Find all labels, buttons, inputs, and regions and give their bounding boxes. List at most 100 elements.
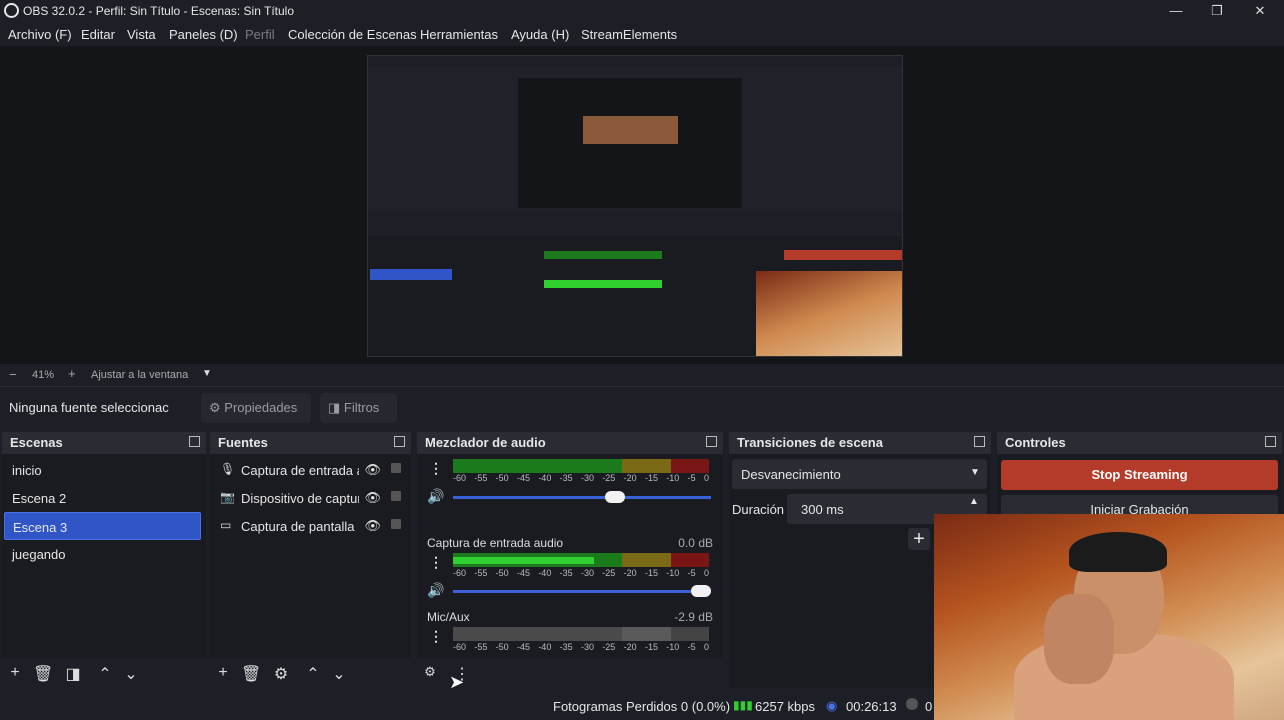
zoom-out-button[interactable]: −: [9, 367, 17, 382]
stepper-up-icon[interactable]: ▲: [969, 496, 979, 507]
monitor-icon: ▭: [220, 518, 232, 532]
remove-source-icon[interactable]: 🗑: [241, 664, 261, 684]
volume-meter: [453, 459, 709, 473]
menu-editar[interactable]: Editar: [81, 27, 115, 42]
transitions-header: Transiciones de escena: [729, 432, 991, 454]
lock-icon[interactable]: [391, 463, 401, 473]
source-item[interactable]: 📷 Dispositivo de captur 👁: [214, 484, 407, 512]
bitrate: 6257 kbps: [755, 699, 815, 714]
source-item[interactable]: ▭ Captura de pantalla 👁: [214, 512, 407, 540]
minimize-button[interactable]: —: [1156, 1, 1196, 21]
scene-item-selected[interactable]: Escena 3: [4, 512, 201, 540]
speaker-icon[interactable]: 🔊: [427, 488, 444, 505]
menu-streamelements[interactable]: StreamElements: [581, 27, 677, 42]
menu-herramientas[interactable]: Herramientas: [420, 27, 498, 42]
menu-paneles[interactable]: Paneles (D): [169, 27, 238, 42]
filters-button[interactable]: ◨ Filtros: [320, 393, 397, 423]
scene-item[interactable]: inicio: [4, 456, 200, 484]
transition-select[interactable]: Desvanecimiento ▼: [732, 459, 987, 489]
fit-window-label[interactable]: Ajustar a la ventana: [91, 369, 188, 381]
obs-logo-icon: [4, 3, 19, 18]
menu-coleccion-escenas[interactable]: Colección de Escenas: [288, 27, 417, 42]
move-down-icon[interactable]: ⌄: [122, 664, 140, 684]
controls-header: Controles: [997, 432, 1282, 454]
chevron-down-icon: ▼: [970, 467, 980, 478]
mixer-channel: Captura de entrada audio 0.0 dB ⋮ -60 -55…: [423, 534, 713, 606]
slider-knob[interactable]: [605, 491, 625, 503]
zoom-in-button[interactable]: +: [68, 366, 76, 381]
menu-bar: Archivo (F) Editar Vista Paneles (D) Per…: [0, 22, 1284, 46]
stop-streaming-button[interactable]: Stop Streaming: [1001, 460, 1278, 490]
close-button[interactable]: ✕: [1240, 1, 1280, 21]
add-scene-icon[interactable]: +: [6, 664, 24, 682]
filters-label: Filtros: [343, 400, 380, 415]
menu-perfil[interactable]: Perfil: [245, 27, 275, 42]
sources-dock: Fuentes 🎙 Captura de entrada a 👁 📷 Dispo…: [210, 432, 411, 688]
lock-icon[interactable]: [391, 519, 401, 529]
undock-icon[interactable]: [189, 436, 200, 447]
advanced-audio-icon[interactable]: ⚙: [421, 664, 439, 680]
scene-item[interactable]: juegando: [4, 540, 200, 568]
scenes-title: Escenas: [10, 435, 63, 450]
visibility-eye-icon[interactable]: 👁: [364, 462, 381, 478]
visibility-eye-icon[interactable]: 👁: [364, 518, 381, 534]
sources-title: Fuentes: [218, 435, 268, 450]
source-label: Captura de pantalla: [241, 519, 355, 534]
channel-db: -2.9 dB: [674, 610, 713, 624]
volume-meter: [453, 553, 709, 567]
channel-db: 0.0 dB: [678, 536, 713, 550]
zoom-level: 41%: [32, 369, 55, 381]
lock-icon[interactable]: [391, 491, 401, 501]
zoom-bar: − 41% + Ajustar a la ventana ▼: [0, 364, 1284, 386]
sources-list: 🎙 Captura de entrada a 👁 📷 Dispositivo d…: [210, 454, 411, 688]
mouse-cursor-icon: ➤: [449, 672, 465, 692]
undock-icon[interactable]: [1265, 436, 1276, 447]
scenes-list: inicio Escena 2 Escena 3 juegando: [2, 454, 206, 688]
channel-menu-icon[interactable]: ⋮: [429, 460, 443, 477]
meter-ticks: -60 -55 -50 -45 -40 -35 -30 -25 -20 -15 -10 -5 0: [453, 568, 709, 578]
undock-icon[interactable]: [974, 436, 985, 447]
channel-menu-icon[interactable]: ⋮: [429, 628, 443, 645]
volume-slider[interactable]: [453, 491, 711, 503]
scene-item[interactable]: Escena 2: [4, 484, 200, 512]
source-label: Dispositivo de captur: [241, 491, 359, 506]
record-icon: [906, 698, 918, 710]
properties-button[interactable]: ⚙ Propiedades: [201, 393, 311, 423]
meter-ticks: -60 -55 -50 -45 -40 -35 -30 -25 -20 -15 -10 -5 0: [453, 642, 709, 652]
streaming-icon: ◉: [826, 698, 838, 713]
duration-value: 300 ms: [801, 502, 844, 517]
sources-header: Fuentes: [210, 432, 411, 454]
remove-scene-icon[interactable]: 🗑: [33, 664, 53, 684]
source-settings-icon[interactable]: ⚙: [272, 664, 290, 684]
record-time: 0: [925, 699, 933, 714]
scenes-toolbar: + 🗑 ◨ ⌃ ⌄: [2, 658, 206, 688]
source-toolbar: Ninguna fuente seleccionac ⚙ Propiedades…: [0, 386, 1284, 428]
menu-vista[interactable]: Vista: [127, 27, 156, 42]
undock-icon[interactable]: [394, 436, 405, 447]
add-transition-button[interactable]: +: [908, 528, 930, 550]
menu-archivo[interactable]: Archivo (F): [8, 27, 72, 42]
add-source-icon[interactable]: +: [214, 664, 232, 682]
volume-slider[interactable]: [453, 585, 711, 597]
controls-title: Controles: [1005, 435, 1066, 450]
maximize-button[interactable]: ❐: [1197, 1, 1237, 21]
source-item[interactable]: 🎙 Captura de entrada a 👁: [214, 456, 407, 484]
transition-selected: Desvanecimiento: [741, 467, 841, 482]
move-up-icon[interactable]: ⌃: [304, 664, 322, 684]
mixer-header: Mezclador de audio: [417, 432, 723, 454]
move-down-icon[interactable]: ⌄: [330, 664, 348, 684]
undock-icon[interactable]: [706, 436, 717, 447]
visibility-eye-icon[interactable]: 👁: [364, 490, 381, 506]
meter-ticks: -60 -55 -50 -45 -40 -35 -30 -25 -20 -15 -10 -5 0: [453, 473, 709, 483]
zoom-dropdown-icon[interactable]: ▼: [202, 368, 212, 379]
filter-icon: ◨: [328, 400, 341, 415]
speaker-icon[interactable]: 🔊: [427, 582, 444, 599]
scene-filters-icon[interactable]: ◨: [64, 664, 82, 684]
window-title: OBS 32.0.2 - Perfil: Sin Título - Escena…: [23, 4, 295, 18]
slider-knob[interactable]: [691, 585, 711, 597]
move-up-icon[interactable]: ⌃: [96, 664, 114, 684]
menu-ayuda[interactable]: Ayuda (H): [511, 27, 569, 42]
duration-label: Duración: [732, 502, 785, 517]
channel-menu-icon[interactable]: ⋮: [429, 554, 443, 571]
no-source-label: Ninguna fuente seleccionac: [9, 400, 169, 415]
